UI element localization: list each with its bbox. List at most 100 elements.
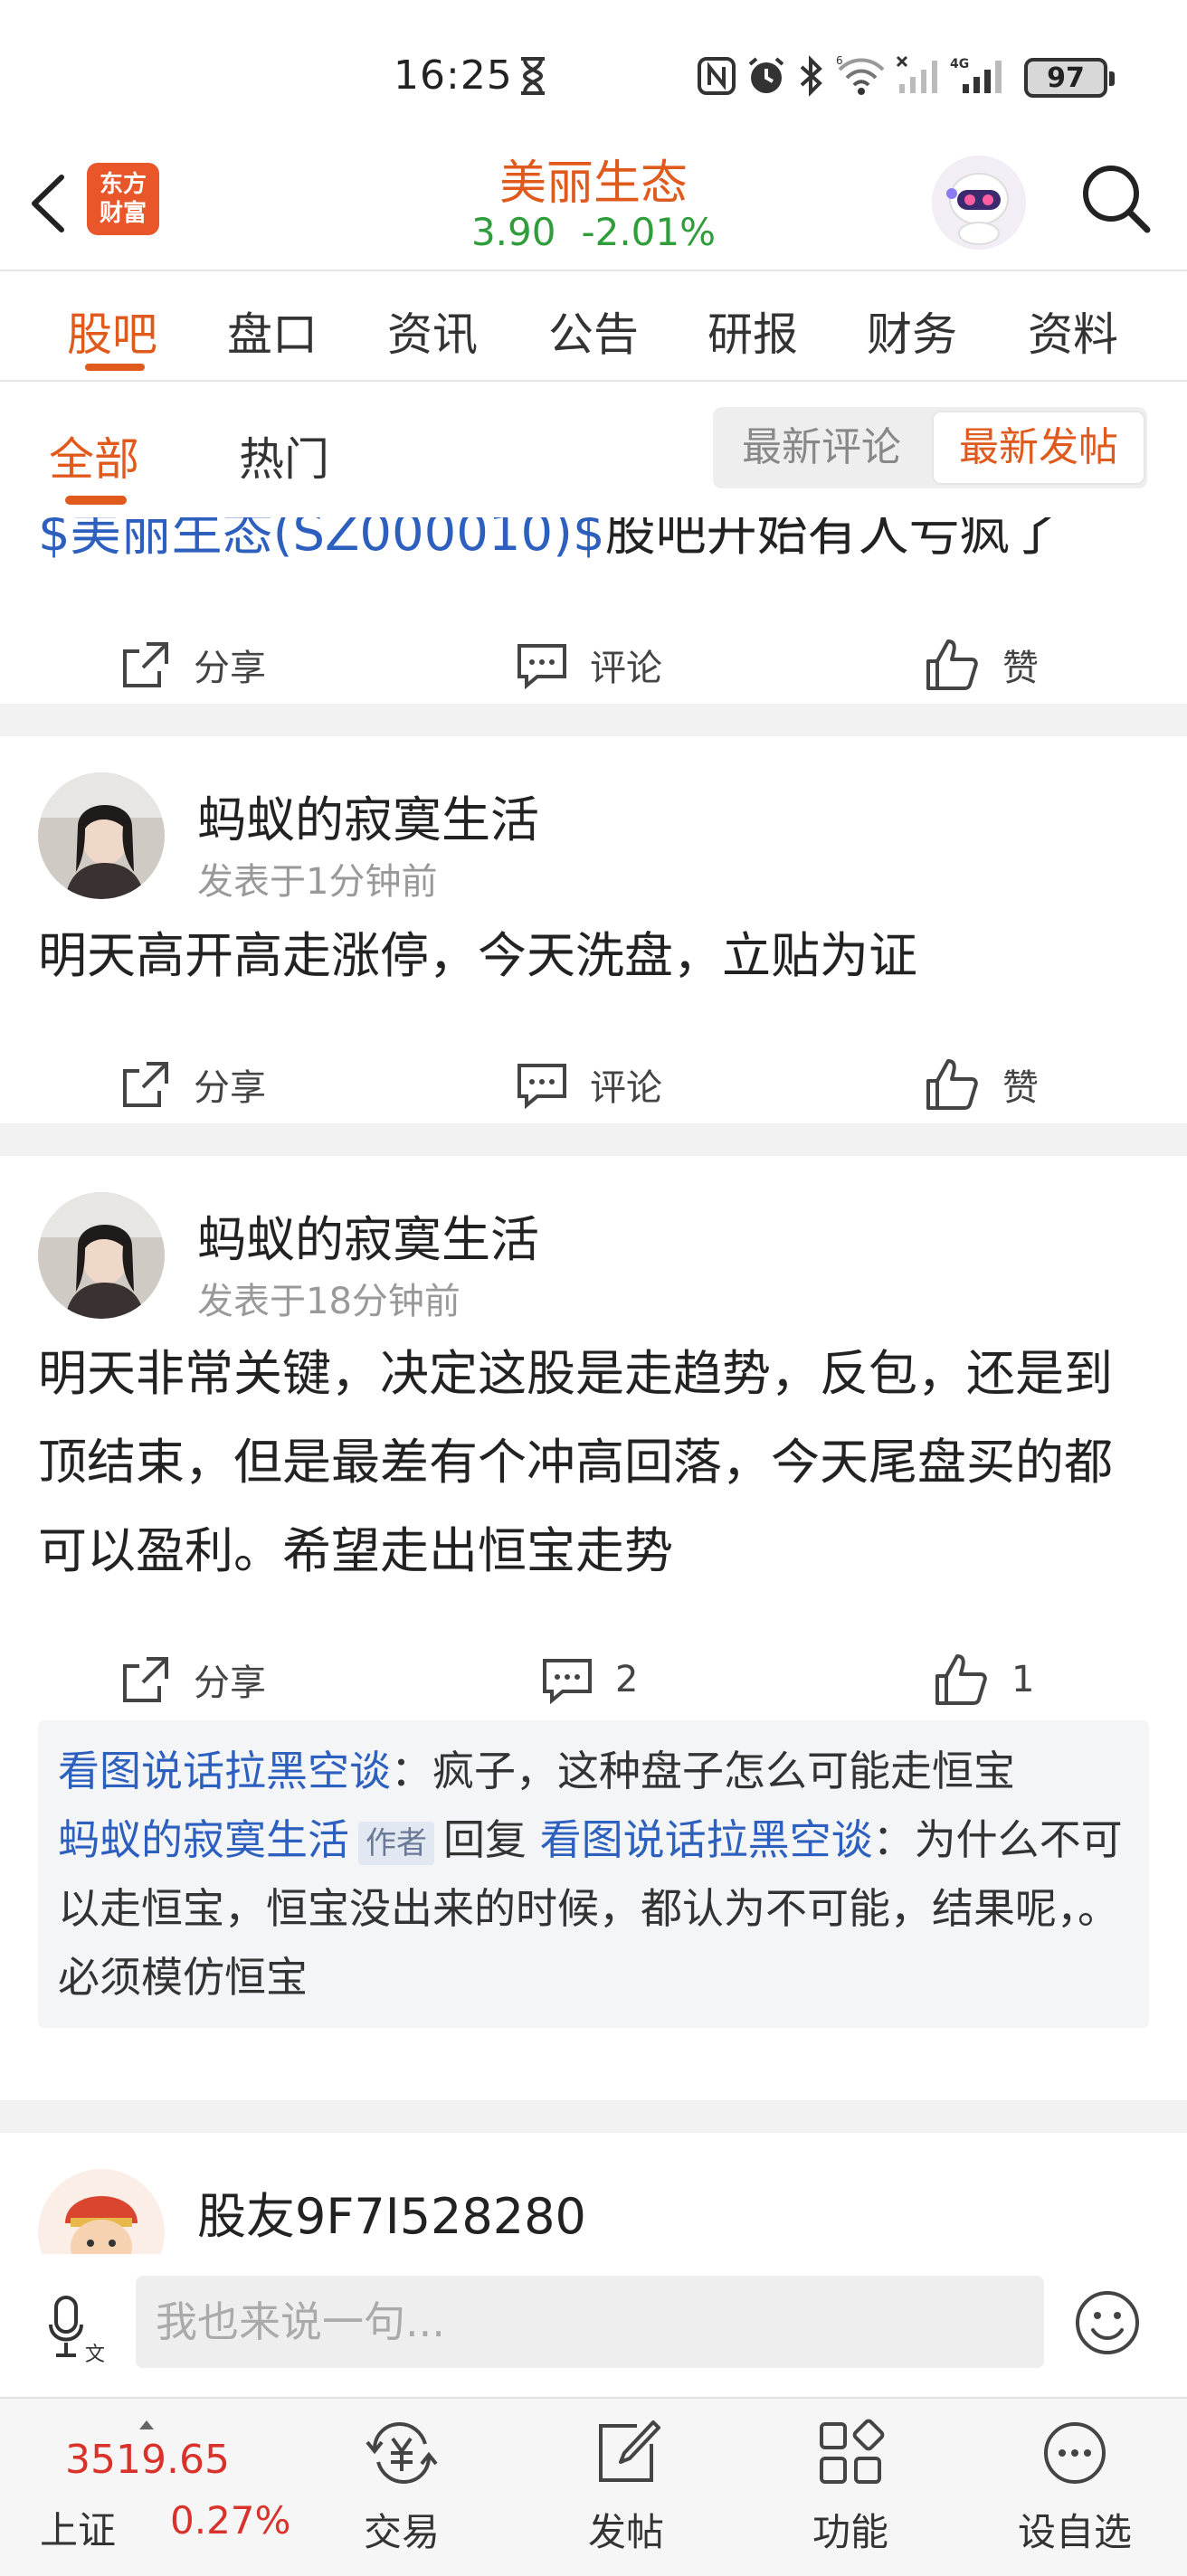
author-badge: 作者 [358,1821,434,1865]
subtab-hot[interactable]: 热门 [239,423,329,488]
nav-post[interactable]: 发帖 [554,2417,698,2571]
tab-news[interactable]: 资讯 [387,298,478,364]
trade-icon [366,2421,438,2485]
comment-icon [518,644,566,690]
reply-text: ：疯子，这种盘子怎么可能走恒宝 [391,1747,1015,1795]
share-label: 分享 [194,1067,266,1109]
svg-text:4G: 4G [950,57,969,71]
post-separator [0,704,1187,736]
avatar[interactable] [38,772,165,899]
search-icon[interactable] [1077,159,1153,235]
tab-guba[interactable]: 股吧 [67,298,157,364]
comment-input[interactable]: 我也来说一句... [136,2276,1044,2368]
reply-line: 蚂蚁的寂寞生活 作者 回复 看图说话拉黑空谈：为什么不可以走恒宝，恒宝没出来的时候，… [58,1805,1129,2012]
compose-icon [599,2420,660,2482]
share-action[interactable]: 分享 [119,633,266,696]
post-separator [0,2100,1187,2133]
post-feed[interactable]: $美丽生态(SZ000010)$股吧开始有人亏疯了 分享 评论 赞 蚂蚁的寂寞生… [0,517,1187,2254]
nav-trade-label: 交易 [363,2510,440,2554]
share-label: 分享 [194,1662,266,1704]
tab-announcements[interactable]: 公告 [548,298,639,364]
comment-count: 2 [615,1659,639,1700]
user-avatar-image [38,2169,165,2254]
reply-line: 看图说话拉黑空谈：疯子，这种盘子怎么可能走恒宝 [58,1737,1129,1805]
like-action[interactable]: 1 [932,1648,1034,1711]
subtab-all[interactable]: 全部 [49,423,139,488]
post-time: 发表于18分钟前 [197,1281,461,1322]
nav-functions-label: 功能 [812,2510,888,2554]
signal-sim1-icon [896,55,937,93]
thumbs-up-icon [935,1654,987,1705]
reply-target-username[interactable]: 看图说话拉黑空谈 [540,1815,873,1864]
post-body[interactable]: 明天非常关键，决定这股是走趋势，反包，还是到顶结束，但是最差有个冲高回落，今天尾… [38,1330,1151,1596]
share-icon [123,642,168,687]
like-label: 赞 [1002,648,1039,689]
hourglass-icon [521,57,545,95]
avatar[interactable] [38,2169,165,2254]
status-time: 16:25 [394,52,513,99]
stock-change-pct: -2.01% [581,210,717,254]
thumbs-up-icon [926,1059,978,1110]
user-avatar-image [38,1192,165,1319]
sort-latest-post-button[interactable]: 最新发帖 [932,411,1145,485]
nav-functions[interactable]: 功能 [778,2417,923,2571]
comment-action[interactable]: 评论 [516,1053,662,1116]
signal-4g-icon: 4G [950,57,1002,93]
sub-tabs: 全部 热门 最新评论 最新发帖 [0,380,1187,516]
app-header: 东方 财富 美丽生态 3.90 -2.01% [0,136,1187,270]
active-subtab-indicator [65,496,127,505]
svg-text:6: 6 [836,55,843,67]
sort-latest-comment-button[interactable]: 最新评论 [713,407,930,488]
emoji-icon[interactable] [1073,2288,1142,2357]
active-tab-indicator [85,364,145,371]
share-label: 分享 [194,648,266,689]
battery-indicator: 97 [1024,58,1115,98]
share-action[interactable]: 分享 [119,1648,266,1711]
voice-to-text-icon[interactable]: 文 [47,2292,112,2364]
stock-link[interactable]: $美丽生态(SZ000010)$ [38,517,605,563]
stock-price: 3.90 [470,210,556,254]
sort-toggle: 最新评论 最新发帖 [713,407,1147,488]
main-tabs: 股吧 盘口 资讯 公告 研报 财务 资料 [0,271,1187,380]
bottom-nav: 3519.65 上证 0.27% 交易 发帖 功能 设自选 [0,2397,1187,2576]
index-name: 上证 [40,2508,117,2552]
username[interactable]: 蚂蚁的寂寞生活 [197,1199,539,1271]
nav-post-label: 发帖 [587,2510,664,2554]
reply-preview[interactable]: 看图说话拉黑空谈：疯子，这种盘子怎么可能走恒宝 蚂蚁的寂寞生活 作者 回复 看图说话… [38,1720,1149,2028]
comment-action[interactable]: 2 [541,1648,638,1711]
nfc-icon [698,57,736,95]
partial-post-body[interactable]: $美丽生态(SZ000010)$股吧开始有人亏疯了 [38,517,1061,565]
grid-apps-icon [820,2419,885,2484]
comment-label: 评论 [590,1067,662,1109]
tab-finance[interactable]: 财务 [867,298,957,364]
nav-add-watchlist[interactable]: 设自选 [1002,2417,1147,2571]
share-icon [123,1062,168,1107]
comment-action[interactable]: 评论 [516,633,662,696]
tab-research[interactable]: 研报 [707,298,798,364]
tab-pankou[interactable]: 盘口 [227,298,318,364]
username[interactable]: 股友9F7I528280 [197,2176,586,2248]
post-separator [0,1123,1187,1156]
tab-profile[interactable]: 资料 [1028,298,1118,364]
wifi-icon: 6 [836,55,885,95]
index-value[interactable]: 3519.65 [65,2437,230,2483]
reply-username[interactable]: 蚂蚁的寂寞生活 [58,1815,349,1864]
status-icons: 6 4G [697,54,1006,98]
avatar[interactable] [38,1192,165,1319]
status-bar: 16:25 6 4G 97 [0,0,1187,154]
robot-assistant-icon[interactable] [932,156,1026,250]
comment-input-bar: 文 我也来说一句... [0,2254,1187,2399]
nav-trade[interactable]: 交易 [329,2417,474,2571]
alarm-icon [748,57,784,93]
like-label: 赞 [1002,1067,1039,1109]
like-action[interactable]: 赞 [923,633,1039,696]
expand-up-icon[interactable] [136,2417,157,2431]
like-action[interactable]: 赞 [923,1053,1039,1116]
more-icon [1044,2422,1106,2484]
bluetooth-icon [800,55,822,97]
reply-username[interactable]: 看图说话拉黑空谈 [58,1747,391,1795]
share-action[interactable]: 分享 [119,1053,266,1116]
post-body[interactable]: 明天高开高走涨停，今天洗盘，立贴为证 [38,912,1151,1000]
username[interactable]: 蚂蚁的寂寞生活 [197,780,539,851]
nav-add-watchlist-label: 设自选 [1017,2510,1132,2554]
